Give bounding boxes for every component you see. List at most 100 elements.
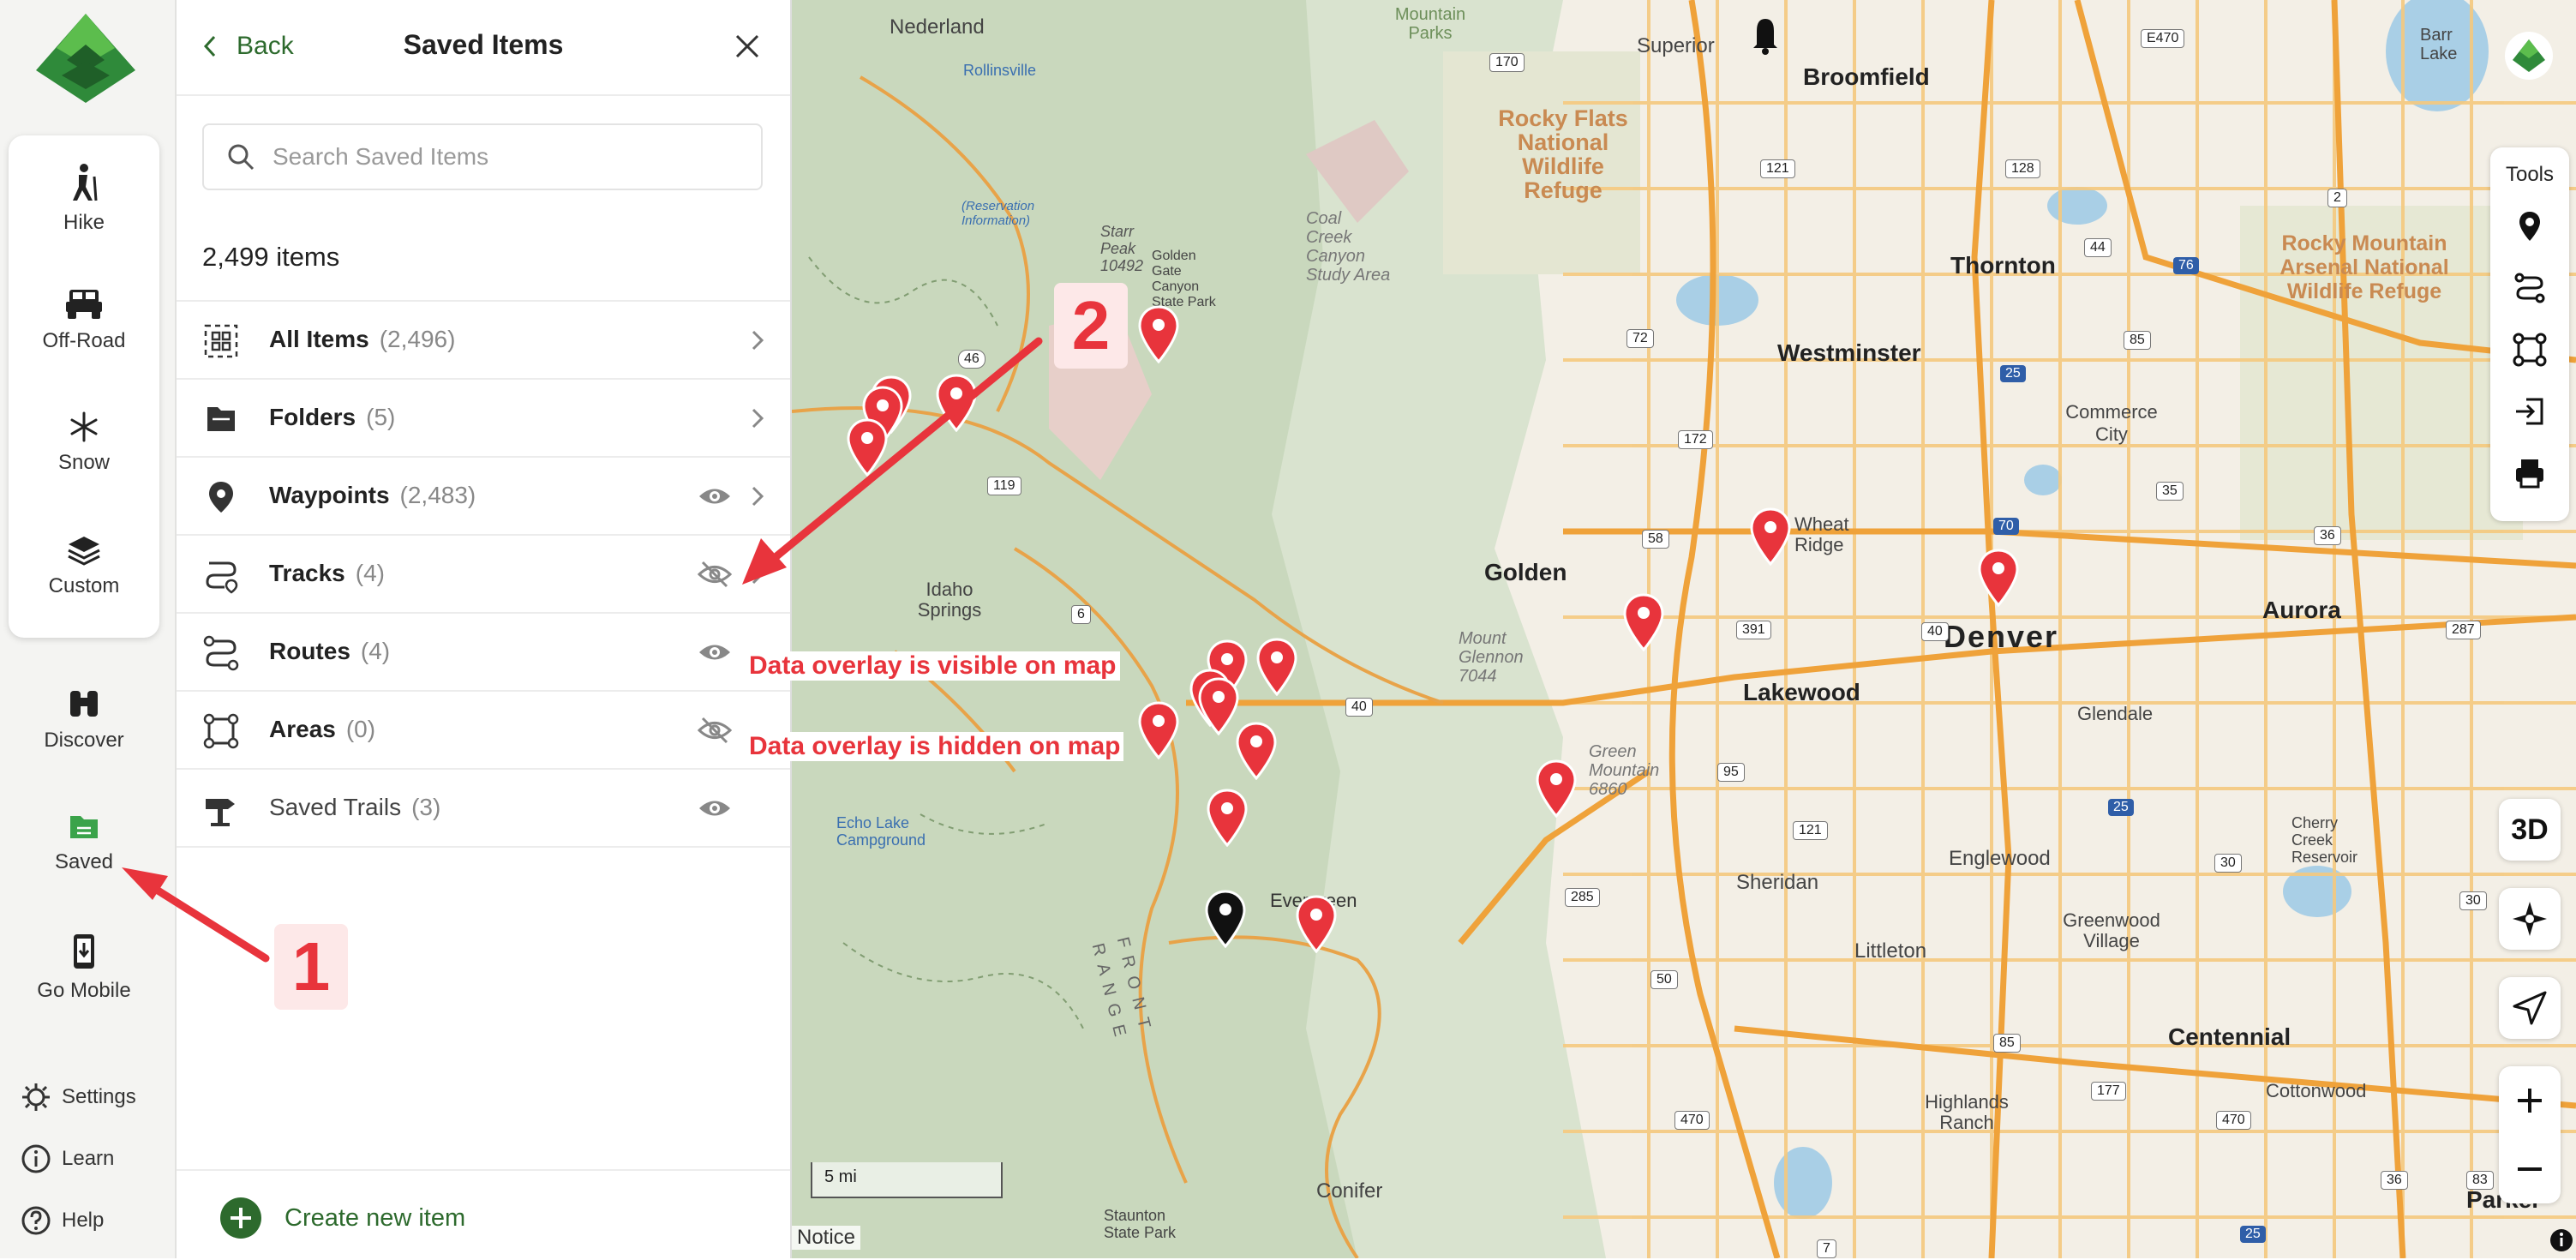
compass-button[interactable]	[2499, 888, 2561, 950]
row-areas[interactable]: Areas (0)	[177, 692, 790, 770]
row-waypoints[interactable]: Waypoints (2,483)	[177, 458, 790, 536]
route-shield: 30	[2459, 891, 2487, 910]
info-icon	[21, 1144, 51, 1173]
import-icon[interactable]	[2513, 394, 2547, 429]
rail-label-hike: Hike	[63, 211, 105, 234]
zoom-in-button[interactable]	[2499, 1066, 2561, 1135]
rail-item-off-road[interactable]: Off-Road	[9, 286, 159, 389]
place-label: Greenwood Village	[2063, 909, 2160, 951]
waypoint-marker[interactable]	[1236, 722, 1277, 784]
place-label: Glendale	[2077, 703, 2154, 724]
route-shield: 2	[2327, 189, 2347, 207]
waypoint-marker[interactable]	[1207, 789, 1248, 851]
waypoint-marker[interactable]	[936, 374, 977, 436]
gaia-logo-icon[interactable]	[33, 10, 139, 105]
map-pin-icon	[936, 374, 977, 433]
route-shield: 25	[2240, 1226, 2266, 1243]
locate-me-button[interactable]	[2499, 977, 2561, 1039]
waypoint-marker[interactable]	[1536, 759, 1577, 822]
waypoint-marker-selected[interactable]	[1205, 890, 1246, 952]
place-label: Englewood	[1949, 847, 2051, 870]
route-shield: 121	[1760, 159, 1795, 178]
account-logo-icon[interactable]	[2504, 31, 2554, 81]
create-bar: Create new item	[177, 1169, 790, 1260]
area-tool-icon[interactable]	[2513, 333, 2547, 367]
rail-label-snow: Snow	[57, 451, 111, 474]
row-label: Tracks	[269, 560, 345, 586]
waypoint-marker[interactable]	[1296, 895, 1337, 957]
place-label: Centennial	[2168, 1023, 2291, 1050]
place-label: Golden	[1484, 559, 1567, 585]
row-saved-trails[interactable]: Saved Trails (3)	[177, 770, 790, 848]
rail-item-hike[interactable]: Hike	[9, 163, 159, 266]
row-folders[interactable]: Folders (5)	[177, 380, 790, 458]
3d-label: 3D	[2511, 813, 2549, 846]
chevron-right-icon	[752, 564, 764, 585]
eye-icon[interactable]	[698, 638, 732, 667]
route-shield: 85	[2124, 331, 2151, 350]
search-icon	[228, 144, 255, 171]
rail-item-go-mobile[interactable]: Go Mobile	[9, 933, 159, 1035]
row-count: (4)	[360, 638, 391, 664]
rail-item-snow[interactable]: Snow	[9, 411, 159, 514]
zoom-out-button[interactable]	[2499, 1135, 2561, 1203]
waypoint-marker[interactable]	[1750, 507, 1791, 570]
waypoint-marker[interactable]	[1138, 701, 1179, 764]
chevron-right-icon	[752, 330, 764, 351]
settings-link[interactable]: Settings	[21, 1078, 136, 1116]
route-tool-icon[interactable]	[2513, 271, 2547, 305]
place-label: Mountain Parks	[1394, 5, 1466, 43]
help-link[interactable]: Help	[21, 1202, 104, 1239]
route-shield: 287	[2446, 621, 2481, 639]
eye-off-icon[interactable]	[698, 716, 732, 745]
waypoint-marker[interactable]	[1623, 593, 1664, 656]
place-label: Aurora	[2262, 597, 2341, 623]
map-canvas[interactable]: Nederland Superior Broomfield Rocky Flat…	[792, 0, 2576, 1258]
eye-icon[interactable]	[698, 794, 732, 823]
row-routes[interactable]: Routes (4)	[177, 614, 790, 692]
rail-item-custom[interactable]: Custom	[9, 535, 159, 638]
eye-off-icon[interactable]	[698, 560, 732, 589]
place-label: Golden Gate Canyon State Park	[1152, 249, 1216, 309]
waypoint-marker[interactable]	[1198, 677, 1239, 740]
row-count: (4)	[355, 560, 385, 586]
notice-link[interactable]: Notice	[792, 1226, 861, 1250]
eye-icon[interactable]	[698, 482, 732, 511]
map-pin-icon	[1138, 305, 1179, 364]
add-waypoint-icon[interactable]	[2513, 209, 2547, 243]
waypoint-marker[interactable]	[1978, 549, 2019, 611]
route-shield: 25	[2108, 799, 2134, 816]
create-new-item-button[interactable]: Create new item	[219, 1197, 465, 1239]
3d-toggle-button[interactable]: 3D	[2499, 799, 2561, 861]
rail-item-saved[interactable]: Saved	[9, 811, 159, 914]
notification-bell-icon[interactable]	[1740, 10, 1791, 58]
folder-icon	[207, 407, 235, 431]
rail-item-discover[interactable]: Discover	[9, 686, 159, 789]
rail-label-off-road: Off-Road	[42, 329, 126, 352]
waypoint-marker[interactable]	[847, 418, 888, 481]
route-shield: 85	[1993, 1034, 2021, 1053]
waypoint-marker[interactable]	[1138, 305, 1179, 368]
close-icon[interactable]	[728, 27, 766, 65]
rail-label-go-mobile: Go Mobile	[37, 979, 131, 1002]
route-shield: 128	[2005, 159, 2040, 178]
print-icon[interactable]	[2513, 456, 2547, 490]
place-label: Commerce City	[2065, 401, 2158, 445]
row-tracks[interactable]: Tracks (4)	[177, 536, 790, 614]
learn-label: Learn	[62, 1147, 115, 1170]
scale-label: 5 mi	[824, 1167, 857, 1186]
search-input[interactable]	[271, 142, 737, 171]
route-shield: 40	[1921, 622, 1949, 641]
phone-download-icon	[74, 934, 94, 969]
info-icon[interactable]	[2549, 1227, 2574, 1253]
route-shield: 7	[1817, 1239, 1836, 1258]
place-label: Idaho Springs	[917, 579, 982, 621]
waypoint-marker[interactable]	[1256, 638, 1297, 700]
row-all-items[interactable]: All Items (2,496)	[177, 302, 790, 380]
learn-link[interactable]: Learn	[21, 1140, 114, 1178]
trail-sign-icon	[206, 799, 235, 826]
place-label: Cherry Creek Reservoir	[2291, 814, 2358, 866]
place-label: Barr Lake	[2420, 26, 2458, 63]
map-pin-icon	[1750, 507, 1791, 567]
place-label: Highlands Ranch	[1925, 1091, 2009, 1133]
